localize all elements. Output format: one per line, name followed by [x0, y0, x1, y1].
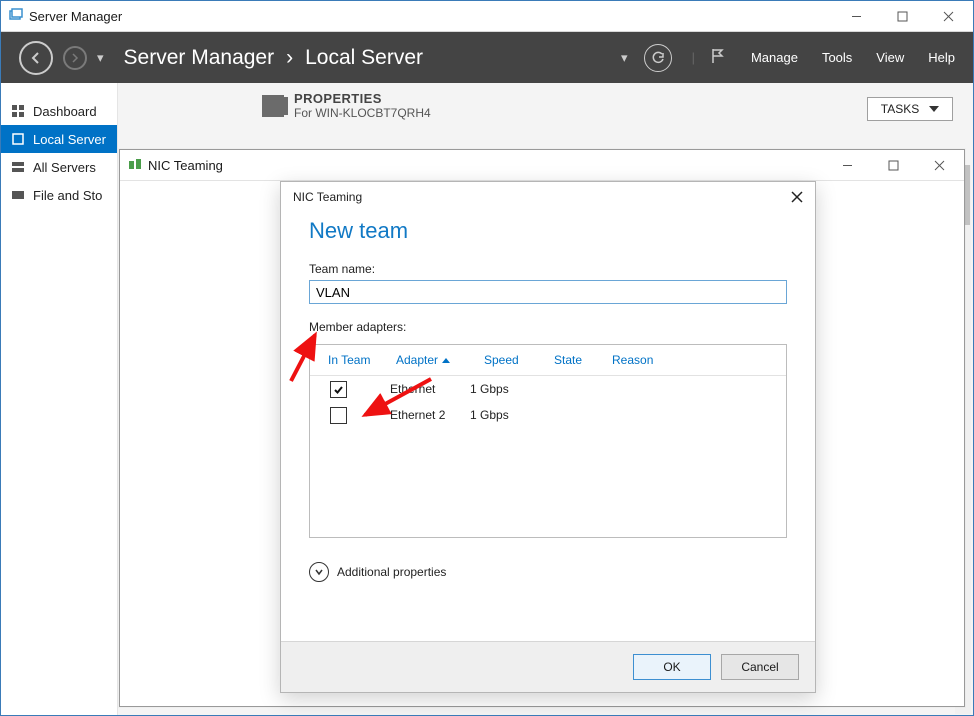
- dropdown-icon[interactable]: ▾: [621, 50, 628, 66]
- storage-icon: [11, 188, 25, 202]
- minimize-button[interactable]: [833, 1, 879, 31]
- nic-close-button[interactable]: [916, 150, 962, 180]
- menu-view[interactable]: View: [876, 50, 904, 65]
- properties-title: PROPERTIES: [294, 91, 431, 106]
- new-team-close-button[interactable]: [785, 185, 809, 209]
- new-team-heading: New team: [309, 218, 787, 244]
- new-team-window-title: NIC Teaming: [293, 190, 362, 204]
- column-reason[interactable]: Reason: [604, 353, 661, 367]
- nic-minimize-button[interactable]: [824, 150, 870, 180]
- sort-asc-icon: [442, 358, 450, 363]
- member-adapters-label: Member adapters:: [309, 320, 787, 334]
- nic-window-title: NIC Teaming: [148, 158, 223, 173]
- new-team-titlebar: NIC Teaming: [281, 182, 815, 212]
- nic-titlebar: NIC Teaming: [120, 150, 964, 181]
- sidebar: Dashboard Local Server All Servers File …: [1, 83, 118, 716]
- adapter-row[interactable]: Ethernet 2 1 Gbps: [310, 402, 786, 428]
- new-team-dialog: NIC Teaming New team Team name: Member a…: [280, 181, 816, 693]
- adapters-columns: In Team Adapter Speed State Reason: [310, 345, 786, 376]
- flag-icon[interactable]: [709, 47, 727, 68]
- dashboard-icon: [11, 104, 25, 118]
- chevron-down-icon: [929, 106, 939, 112]
- ok-label: OK: [663, 660, 680, 674]
- server-manager-window: Server Manager ▾ Server Manager › Local …: [0, 0, 974, 716]
- app-title: Server Manager: [29, 9, 122, 24]
- menu-help[interactable]: Help: [928, 50, 955, 65]
- column-state[interactable]: State: [546, 353, 604, 367]
- sidebar-item-label: File and Sto: [33, 188, 102, 203]
- team-name-label: Team name:: [309, 262, 787, 276]
- sidebar-item-dashboard[interactable]: Dashboard: [1, 97, 117, 125]
- properties-icon: [262, 95, 284, 117]
- nic-maximize-button[interactable]: [870, 150, 916, 180]
- app-icon: [9, 8, 23, 25]
- breadcrumb-root[interactable]: Server Manager: [124, 46, 275, 70]
- chevron-down-icon: [309, 562, 329, 582]
- nic-teaming-window: NIC Teaming NIC Teaming New team T: [119, 149, 965, 707]
- sidebar-item-label: Local Server: [33, 132, 106, 147]
- tasks-button-properties[interactable]: TASKS: [867, 97, 953, 121]
- additional-properties-label: Additional properties: [337, 565, 446, 579]
- adapter-speed: 1 Gbps: [470, 382, 530, 396]
- adapter-speed: 1 Gbps: [470, 408, 530, 422]
- forward-button[interactable]: [63, 46, 87, 70]
- column-in-team[interactable]: In Team: [320, 353, 388, 367]
- adapter-name: Ethernet 2: [390, 408, 470, 422]
- sidebar-item-file-storage[interactable]: File and Sto: [1, 181, 117, 209]
- sidebar-item-local-server[interactable]: Local Server: [1, 125, 117, 153]
- nic-app-icon: [128, 157, 142, 174]
- member-adapters-grid: In Team Adapter Speed State Reason Ether…: [309, 344, 787, 538]
- column-speed[interactable]: Speed: [476, 353, 546, 367]
- close-button[interactable]: [925, 1, 971, 31]
- new-team-footer: OK Cancel: [281, 641, 815, 692]
- cancel-button[interactable]: Cancel: [721, 654, 799, 680]
- history-dropdown-icon[interactable]: ▾: [97, 50, 104, 66]
- team-name-input[interactable]: [309, 280, 787, 304]
- adapter-checkbox[interactable]: [330, 381, 347, 398]
- ok-button[interactable]: OK: [633, 654, 711, 680]
- menu-manage[interactable]: Manage: [751, 50, 798, 65]
- sidebar-item-label: Dashboard: [33, 104, 97, 119]
- maximize-button[interactable]: [879, 1, 925, 31]
- servers-icon: [11, 160, 25, 174]
- cancel-label: Cancel: [741, 660, 778, 674]
- adapter-row[interactable]: Ethernet 1 Gbps: [310, 376, 786, 402]
- navigation-bar: ▾ Server Manager › Local Server ▾ | Mana…: [1, 32, 973, 83]
- properties-subtitle: For WIN-KLOCBT7QRH4: [294, 106, 431, 120]
- sidebar-item-all-servers[interactable]: All Servers: [1, 153, 117, 181]
- column-adapter[interactable]: Adapter: [388, 353, 476, 367]
- titlebar: Server Manager: [1, 1, 973, 32]
- tasks-label: TASKS: [881, 102, 919, 116]
- back-button[interactable]: [19, 41, 53, 75]
- adapter-name: Ethernet: [390, 382, 470, 396]
- additional-properties-toggle[interactable]: Additional properties: [309, 562, 787, 582]
- separator: |: [688, 50, 699, 65]
- breadcrumb-current[interactable]: Local Server: [305, 46, 423, 70]
- refresh-button[interactable]: [644, 44, 672, 72]
- chevron-right-icon: ›: [286, 46, 293, 70]
- sidebar-item-label: All Servers: [33, 160, 96, 175]
- server-icon: [11, 132, 25, 146]
- adapter-checkbox[interactable]: [330, 407, 347, 424]
- properties-header: PROPERTIES For WIN-KLOCBT7QRH4 TASKS: [262, 91, 953, 120]
- menu-tools[interactable]: Tools: [822, 50, 852, 65]
